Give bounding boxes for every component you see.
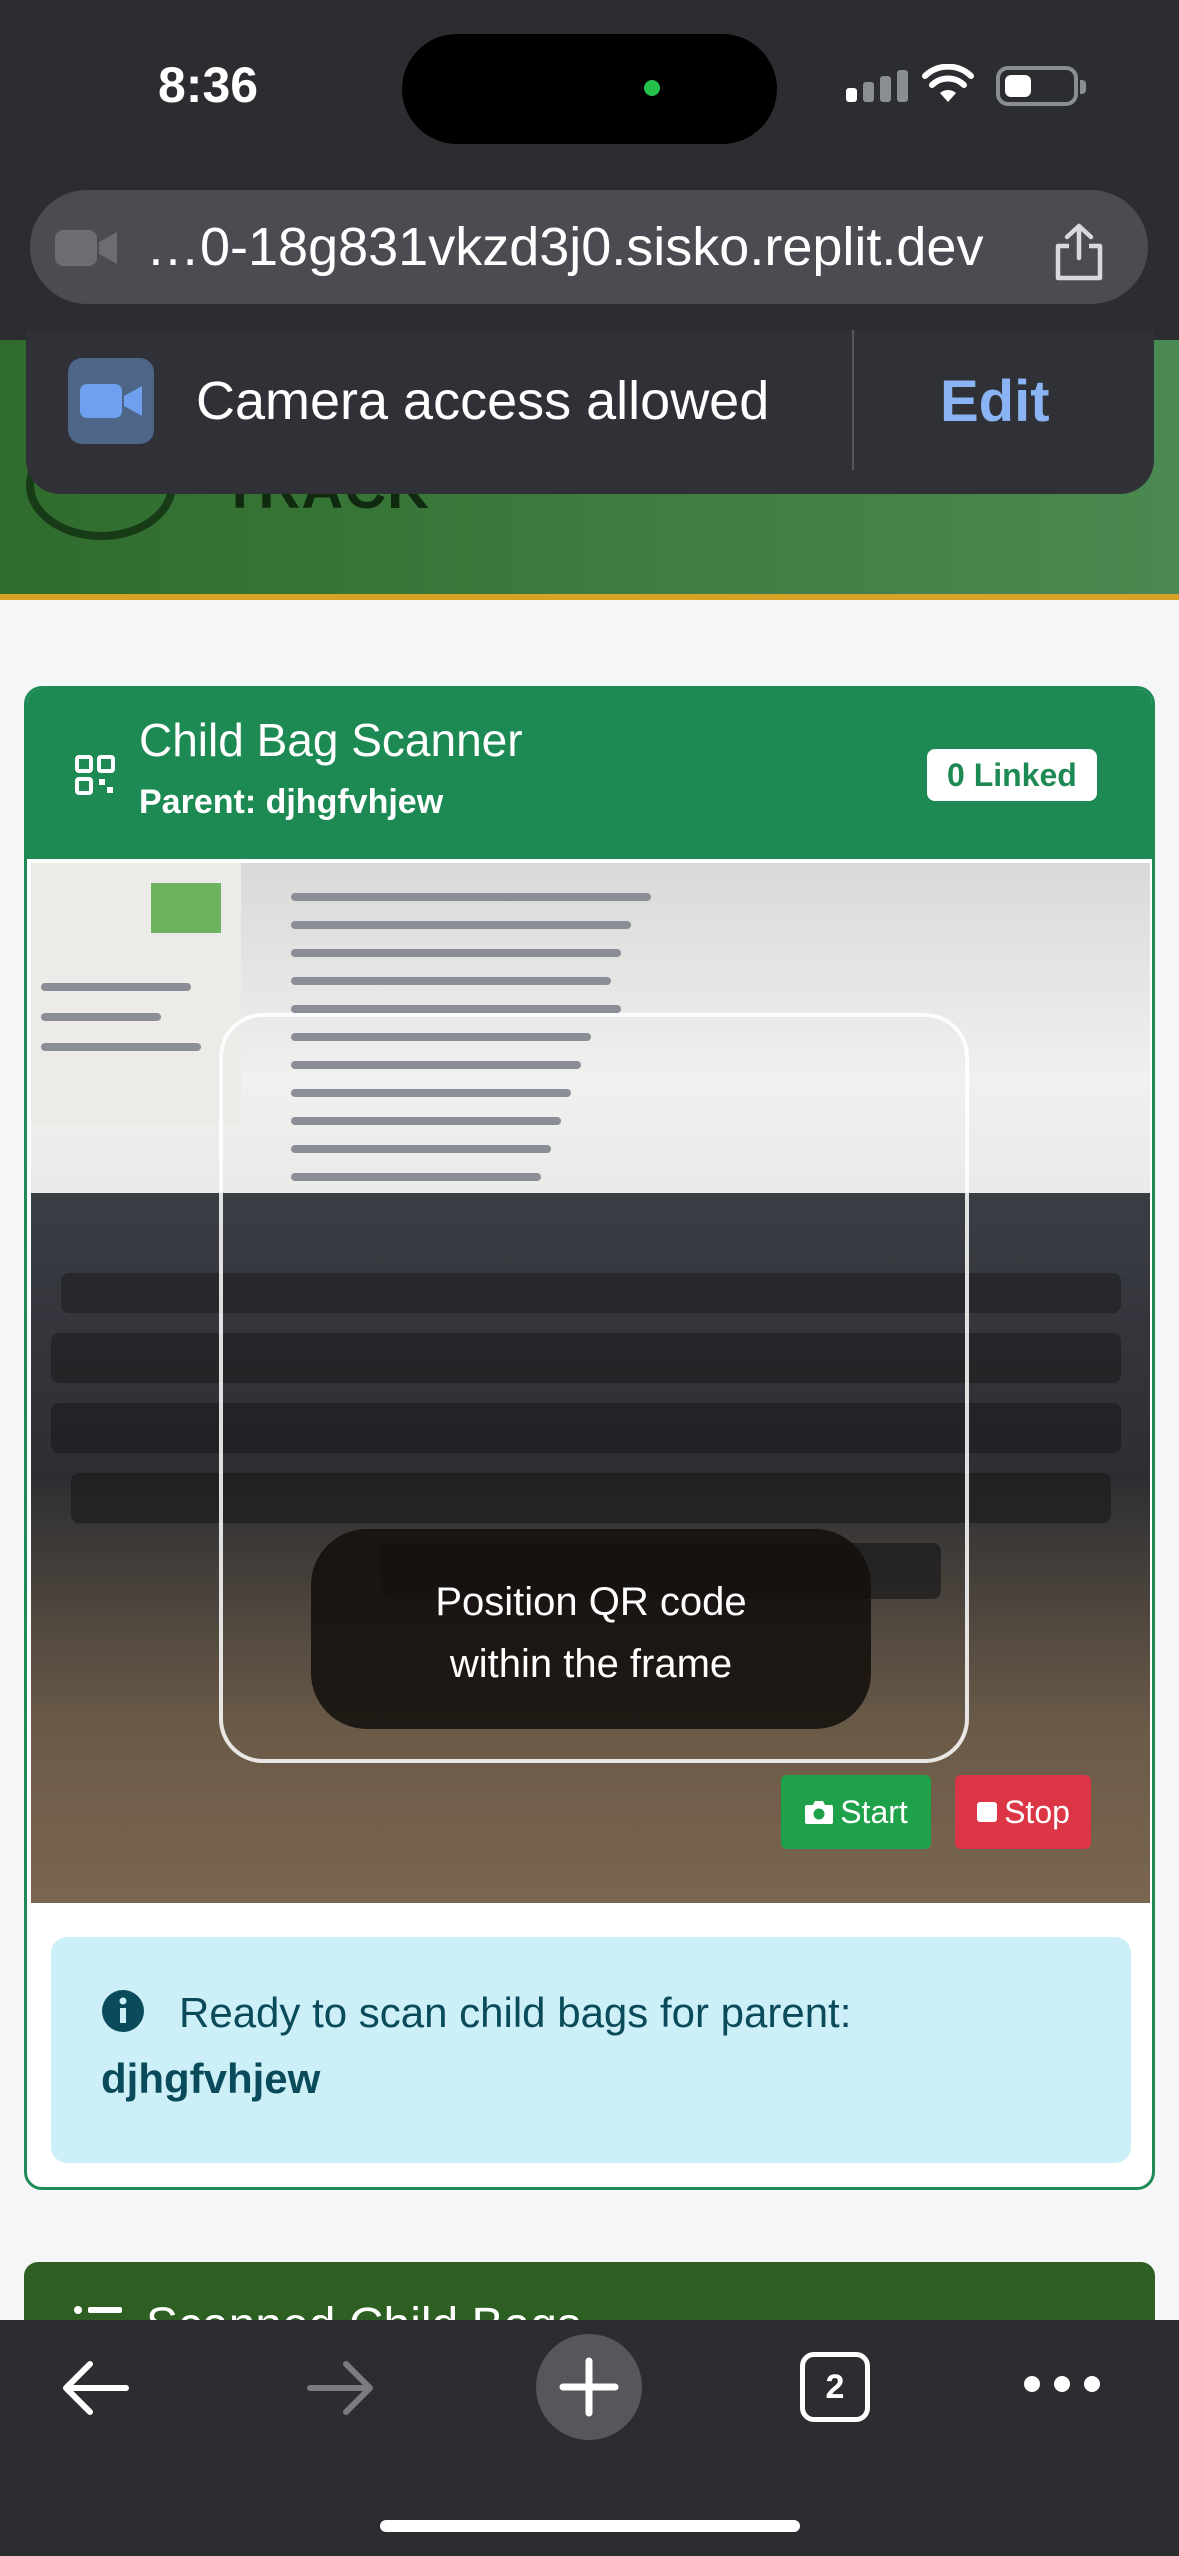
more-menu-icon[interactable] [1024, 2376, 1100, 2392]
video-camera-icon[interactable] [55, 228, 119, 268]
scanner-parent-subtitle: Parent: djhgfvhjew [139, 783, 444, 821]
camera-permission-edit-button[interactable]: Edit [940, 368, 1050, 435]
share-icon[interactable] [1052, 222, 1106, 282]
scanner-card-header: Child Bag Scanner Parent: djhgfvhjew 0 L… [27, 689, 1152, 859]
info-icon [102, 1990, 144, 2032]
back-arrow-icon[interactable] [60, 2358, 130, 2418]
scan-status-alert: Ready to scan child bags for parent: djh… [51, 1937, 1131, 2163]
stop-camera-button[interactable]: Stop [955, 1775, 1091, 1849]
camera-preview[interactable]: Position QR code within the frame Start … [31, 863, 1150, 1903]
status-time: 8:36 [158, 57, 259, 113]
wifi-icon [922, 64, 974, 102]
scan-hint-line2: within the frame [449, 1642, 733, 1686]
home-indicator [380, 2520, 800, 2532]
linked-count-badge: 0 Linked [927, 749, 1097, 801]
camera-permission-text: Camera access allowed [196, 371, 770, 431]
popup-divider [852, 330, 854, 470]
plus-icon [559, 2357, 619, 2417]
video-camera-icon [80, 384, 142, 418]
scan-status-parent: djhgfvhjew [101, 2055, 321, 2102]
stop-label: Stop [1004, 1793, 1070, 1830]
camera-icon [805, 1801, 834, 1824]
forward-arrow-icon[interactable] [306, 2358, 376, 2418]
start-camera-button[interactable]: Start [781, 1775, 931, 1849]
dynamic-island [402, 34, 777, 144]
scanner-title: Child Bag Scanner [139, 714, 523, 766]
scan-hint: Position QR code within the frame [311, 1529, 871, 1729]
camera-permission-icon [68, 358, 154, 444]
new-tab-button[interactable] [536, 2334, 642, 2440]
scan-status-text: Ready to scan child bags for parent: [179, 1989, 852, 2036]
url-text[interactable]: …0-18g831vkzd3j0.sisko.replit.dev [146, 216, 983, 278]
stop-icon [977, 1802, 998, 1822]
scanner-card: Child Bag Scanner Parent: djhgfvhjew 0 L… [24, 686, 1155, 2190]
qr-code-icon [75, 755, 115, 795]
cellular-signal-icon [846, 70, 908, 102]
battery-icon [996, 66, 1086, 106]
scan-hint-line1: Position QR code [435, 1580, 747, 1624]
camera-indicator-icon [644, 80, 660, 96]
page: TRACK 8:36 …0-18g831vkzd3j0.sisko.replit… [0, 0, 1179, 2556]
tab-switcher-button[interactable]: 2 [800, 2352, 870, 2422]
start-label: Start [840, 1793, 908, 1830]
